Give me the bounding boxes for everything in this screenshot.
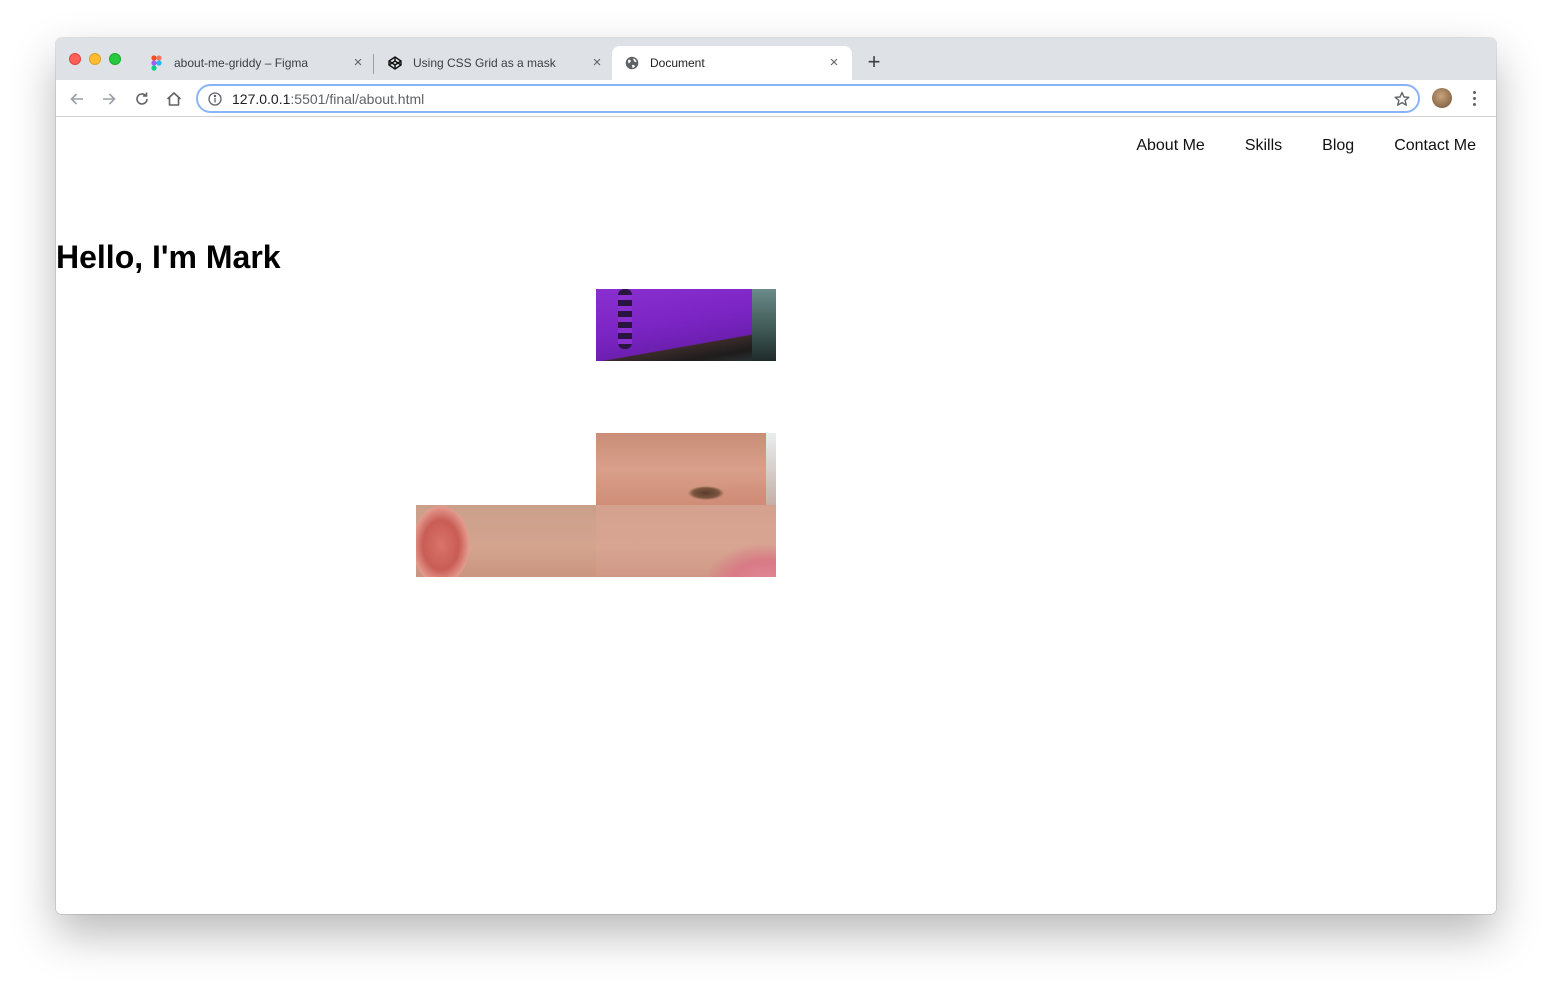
reload-icon [136, 92, 148, 105]
arrow-left-icon [70, 93, 83, 105]
tab-separator [373, 54, 374, 74]
browser-menu-button[interactable] [1464, 88, 1484, 108]
nav-link-contact-me[interactable]: Contact Me [1394, 137, 1476, 155]
new-tab-button[interactable]: + [864, 51, 884, 73]
home-icon [166, 92, 182, 106]
page-content: About Me Skills Blog Contact Me Hello, I… [56, 117, 1496, 914]
codepen-icon [387, 55, 403, 71]
forward-button[interactable] [97, 87, 121, 111]
photo-tile-cheek [596, 505, 776, 577]
reload-button[interactable] [130, 87, 154, 111]
info-icon[interactable] [208, 91, 222, 106]
page-heading: Hello, I'm Mark [56, 239, 281, 275]
tab-figma[interactable]: about-me-griddy – Figma × [136, 46, 376, 80]
close-icon[interactable]: × [826, 55, 842, 71]
back-button[interactable] [65, 87, 89, 111]
window-minimize-button[interactable] [89, 53, 101, 65]
tab-title: Using CSS Grid as a mask [413, 56, 556, 70]
nav-link-skills[interactable]: Skills [1245, 137, 1282, 155]
photo-tile-cap [596, 289, 776, 361]
photo-tile-eye [596, 433, 776, 505]
tab-title: about-me-griddy – Figma [174, 56, 309, 70]
arrow-right-icon [103, 93, 116, 105]
site-nav: About Me Skills Blog Contact Me [1136, 137, 1476, 155]
tab-title: Document [650, 56, 705, 70]
nav-link-blog[interactable]: Blog [1322, 137, 1354, 155]
figma-icon [148, 55, 164, 71]
browser-toolbar: 127.0.0.1:5501/final/about.html [56, 80, 1496, 117]
profile-avatar[interactable] [1432, 88, 1452, 108]
globe-icon [624, 55, 640, 71]
tab-document[interactable]: Document × [612, 46, 852, 80]
url-path: :5501/final/about.html [290, 90, 425, 107]
bookmark-star-icon[interactable] [1394, 91, 1410, 107]
nav-link-about-me[interactable]: About Me [1136, 137, 1204, 155]
tab-strip: about-me-griddy – Figma × Using CSS Grid… [56, 38, 1496, 80]
url-host: 127.0.0.1 [232, 90, 291, 107]
close-icon[interactable]: × [589, 55, 605, 71]
url-text: 127.0.0.1:5501/final/about.html [232, 91, 424, 107]
window-maximize-button[interactable] [109, 53, 121, 65]
address-bar[interactable]: 127.0.0.1:5501/final/about.html [196, 84, 1420, 113]
home-button[interactable] [162, 87, 186, 111]
tab-codepen[interactable]: Using CSS Grid as a mask × [375, 46, 615, 80]
browser-window: about-me-griddy – Figma × Using CSS Grid… [56, 38, 1496, 914]
window-close-button[interactable] [69, 53, 81, 65]
photo-tile-ear [416, 505, 596, 577]
close-icon[interactable]: × [350, 55, 366, 71]
